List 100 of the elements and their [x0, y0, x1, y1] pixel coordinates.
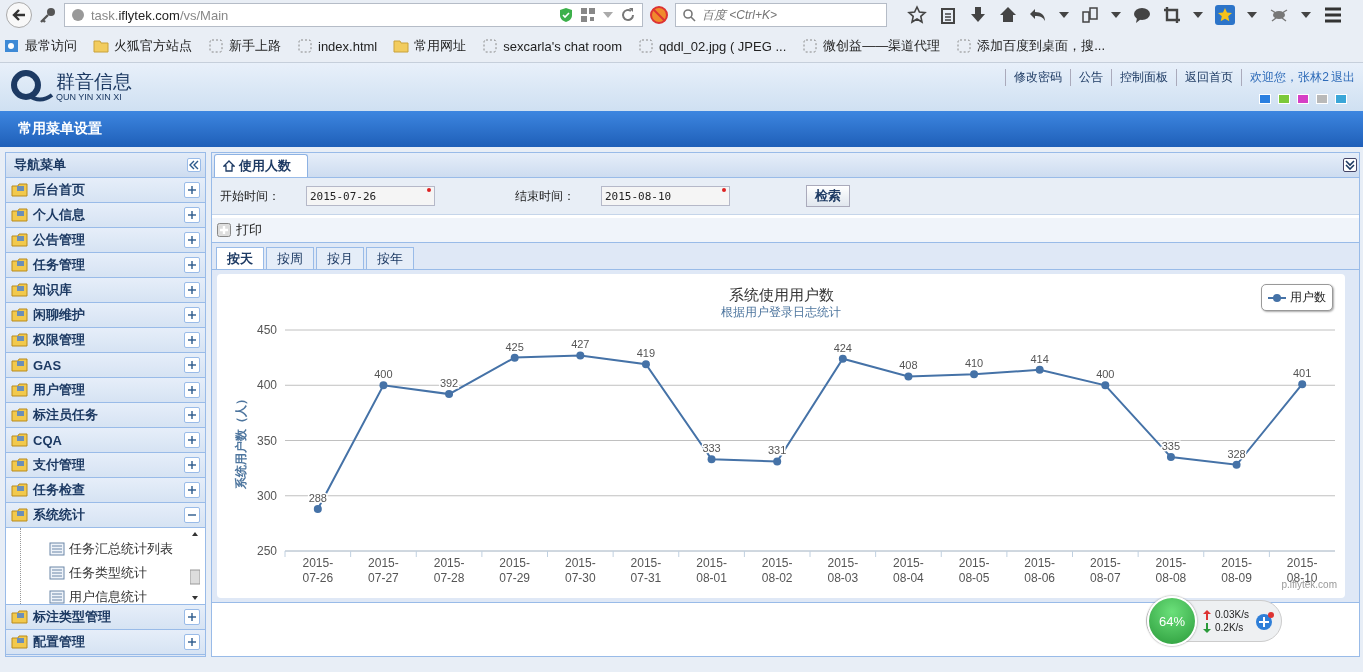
plus-icon[interactable]: [1254, 611, 1275, 631]
sidebar-item[interactable]: 知识库: [6, 278, 205, 303]
x-tick-label: 2015-07-30: [564, 556, 596, 585]
period-tab[interactable]: 按年: [366, 247, 414, 269]
chart-title: 系统使用用户数: [728, 286, 834, 303]
sidebar-item[interactable]: GAS: [6, 353, 205, 378]
star-icon[interactable]: [1215, 5, 1235, 25]
page-icon: [956, 38, 973, 54]
search-field[interactable]: 百度 <Ctrl+K>: [675, 3, 887, 27]
expand-icon: [184, 432, 200, 448]
sidebar-item[interactable]: 公告管理: [6, 228, 205, 253]
key-icon[interactable]: [38, 5, 58, 25]
bookmark-link[interactable]: 新手上路: [208, 37, 281, 55]
header-link[interactable]: 修改密码: [1005, 69, 1071, 86]
dropdown-icon[interactable]: [1247, 11, 1257, 19]
logout-link[interactable]: 退出: [1329, 69, 1355, 86]
bookmark-link[interactable]: 添加百度到桌面，搜...: [956, 37, 1106, 55]
sidebar-item[interactable]: 系统统计: [6, 503, 205, 528]
sidebar-subitem[interactable]: 用户信息统计: [49, 588, 189, 606]
devices-icon[interactable]: [1081, 6, 1099, 24]
bookmark-link[interactable]: index.html: [297, 38, 378, 54]
folder-icon: [11, 332, 29, 348]
network-monitor-widget[interactable]: 64% 0.03K/s 0.2K/s: [1146, 600, 1282, 642]
sidebar-item[interactable]: 闲聊维护: [6, 303, 205, 328]
sidebar-item[interactable]: 配置管理: [6, 630, 205, 655]
sidebar-item[interactable]: 后台首页: [6, 178, 205, 203]
expand-icon: [184, 609, 200, 625]
bookmark-link[interactable]: sexcarla's chat room: [482, 38, 623, 54]
star-icon[interactable]: [907, 5, 927, 25]
folder-icon: [393, 38, 410, 54]
header-link[interactable]: 返回首页: [1176, 69, 1242, 86]
start-date-field[interactable]: 2015-07-26: [306, 186, 435, 206]
end-date-field[interactable]: 2015-08-10: [601, 186, 730, 206]
sidebar-item[interactable]: 任务管理: [6, 253, 205, 278]
expand-icon: [184, 634, 200, 650]
sidebar-item[interactable]: 支付管理: [6, 453, 205, 478]
address-field[interactable]: task.iflytek.com/vs/Main: [64, 3, 643, 27]
clipboard-icon[interactable]: [939, 6, 957, 24]
y-tick-label: 450: [256, 323, 277, 337]
sidebar-item[interactable]: 个人信息: [6, 203, 205, 228]
qr-code-icon[interactable]: [580, 7, 596, 23]
refresh-icon[interactable]: [620, 7, 636, 23]
legend-item[interactable]: 用户数: [1268, 289, 1326, 306]
bug-icon[interactable]: [1269, 6, 1289, 24]
data-point: [379, 381, 388, 390]
sidebar-item[interactable]: 权限管理: [6, 328, 205, 353]
sidebar-item[interactable]: 任务检查: [6, 478, 205, 503]
sidebar-subitem[interactable]: 任务汇总统计列表: [49, 540, 189, 558]
dropdown-icon[interactable]: [1059, 11, 1069, 19]
end-time-label: 结束时间：: [515, 187, 576, 205]
theme-swatch[interactable]: [1297, 94, 1309, 104]
shield-icon[interactable]: [558, 7, 574, 23]
data-point: [510, 353, 519, 362]
x-tick-label: 2015-07-31: [630, 556, 662, 585]
home-icon: [223, 160, 235, 172]
page-tab[interactable]: 使用人数: [214, 154, 308, 177]
theme-swatch[interactable]: [1316, 94, 1328, 104]
period-tab[interactable]: 按月: [316, 247, 364, 269]
expand-button[interactable]: [1343, 158, 1357, 172]
theme-swatch[interactable]: [1259, 94, 1271, 104]
blocked-icon[interactable]: [649, 5, 669, 25]
theme-swatch[interactable]: [1278, 94, 1290, 104]
search-icon: [682, 8, 696, 22]
print-button[interactable]: 打印: [217, 221, 262, 239]
download-icon[interactable]: [969, 6, 987, 24]
bookmark-link[interactable]: 火狐官方站点: [93, 37, 192, 55]
bookmark-link[interactable]: qddl_02.jpg ( JPEG ...: [638, 38, 787, 54]
y-tick-label: 350: [256, 433, 277, 448]
sidebar-item[interactable]: 用户管理: [6, 378, 205, 403]
expand-icon: [184, 307, 200, 323]
header-link[interactable]: 控制面板: [1111, 69, 1177, 86]
menu-icon[interactable]: [1323, 6, 1343, 24]
header-link[interactable]: 公告: [1070, 69, 1112, 86]
dropdown-icon[interactable]: [1111, 11, 1121, 19]
sidebar-item[interactable]: 标注员任务: [6, 403, 205, 428]
data-label: 419: [636, 347, 656, 360]
data-point: [313, 505, 322, 513]
period-tab[interactable]: 按天: [216, 247, 264, 269]
bookmark-link[interactable]: 常用网址: [393, 37, 467, 55]
sidebar-item[interactable]: CQA: [6, 428, 205, 453]
theme-swatch[interactable]: [1335, 94, 1347, 104]
chat-icon[interactable]: [1133, 6, 1151, 24]
data-point: [1232, 460, 1241, 469]
search-button[interactable]: 检索: [806, 185, 850, 207]
back-button[interactable]: [6, 2, 32, 28]
print-icon: [217, 223, 231, 237]
home-icon[interactable]: [999, 6, 1017, 24]
chart-subtitle: 根据用户登录日志统计: [721, 305, 841, 319]
x-tick-label: 2015-08-04: [893, 556, 924, 585]
period-tab[interactable]: 按周: [266, 247, 314, 269]
down-arrow-icon: [1203, 622, 1211, 633]
folder-icon: [11, 282, 29, 298]
bookmark-link[interactable]: 微创益——渠道代理: [802, 37, 941, 55]
sidebar-item[interactable]: 标注类型管理: [6, 605, 205, 630]
dropdown-icon[interactable]: [1193, 11, 1203, 19]
crop-icon[interactable]: [1163, 6, 1181, 24]
dropdown-icon[interactable]: [1301, 11, 1311, 19]
collapse-button[interactable]: [187, 158, 201, 172]
sidebar-subitem[interactable]: 任务类型统计: [49, 564, 189, 582]
bookmark-link[interactable]: 最常访问: [4, 37, 77, 55]
